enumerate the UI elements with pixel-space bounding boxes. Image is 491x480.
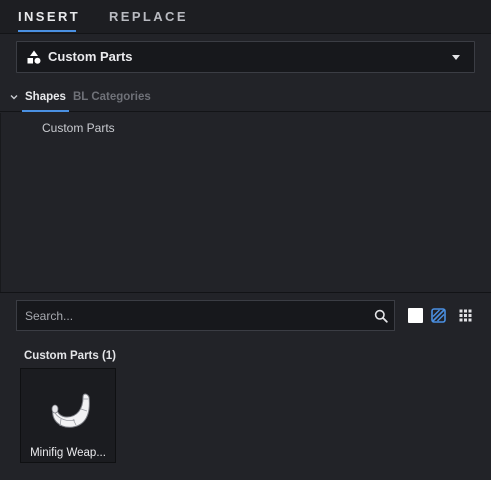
category-list: Custom Parts [0,113,491,293]
collapse-chevron-icon[interactable] [9,92,19,102]
search-icon[interactable] [374,309,388,323]
chevron-down-icon [452,55,460,60]
tab-replace[interactable]: REPLACE [109,0,188,33]
tab-insert[interactable]: INSERT [18,0,78,33]
white-color-swatch[interactable] [408,308,423,323]
part-source-dropdown[interactable]: Custom Parts [16,41,475,73]
subtab-shapes[interactable]: Shapes [22,86,69,112]
category-item-custom-parts[interactable]: Custom Parts [0,117,491,139]
part-card[interactable]: Minifig Weap... [20,368,116,463]
search-input[interactable] [17,301,362,330]
category-item-label: Custom Parts [42,121,115,135]
results-section-title: Custom Parts (1) [24,350,117,362]
category-subtabs: Shapes BL Categories [0,86,491,112]
mode-tabs: INSERT REPLACE [0,0,491,34]
horn-part-icon [51,393,90,428]
dropdown-selected-label: Custom Parts [48,49,133,64]
panel-divider [0,292,491,293]
shapes-icon [27,50,41,64]
search-box [16,300,395,331]
part-card-label: Minifig Weap... [30,447,106,459]
mask-icon[interactable] [431,308,446,323]
subtab-bl-categories[interactable]: BL Categories [73,86,151,109]
grid-view-icon[interactable] [458,308,473,323]
